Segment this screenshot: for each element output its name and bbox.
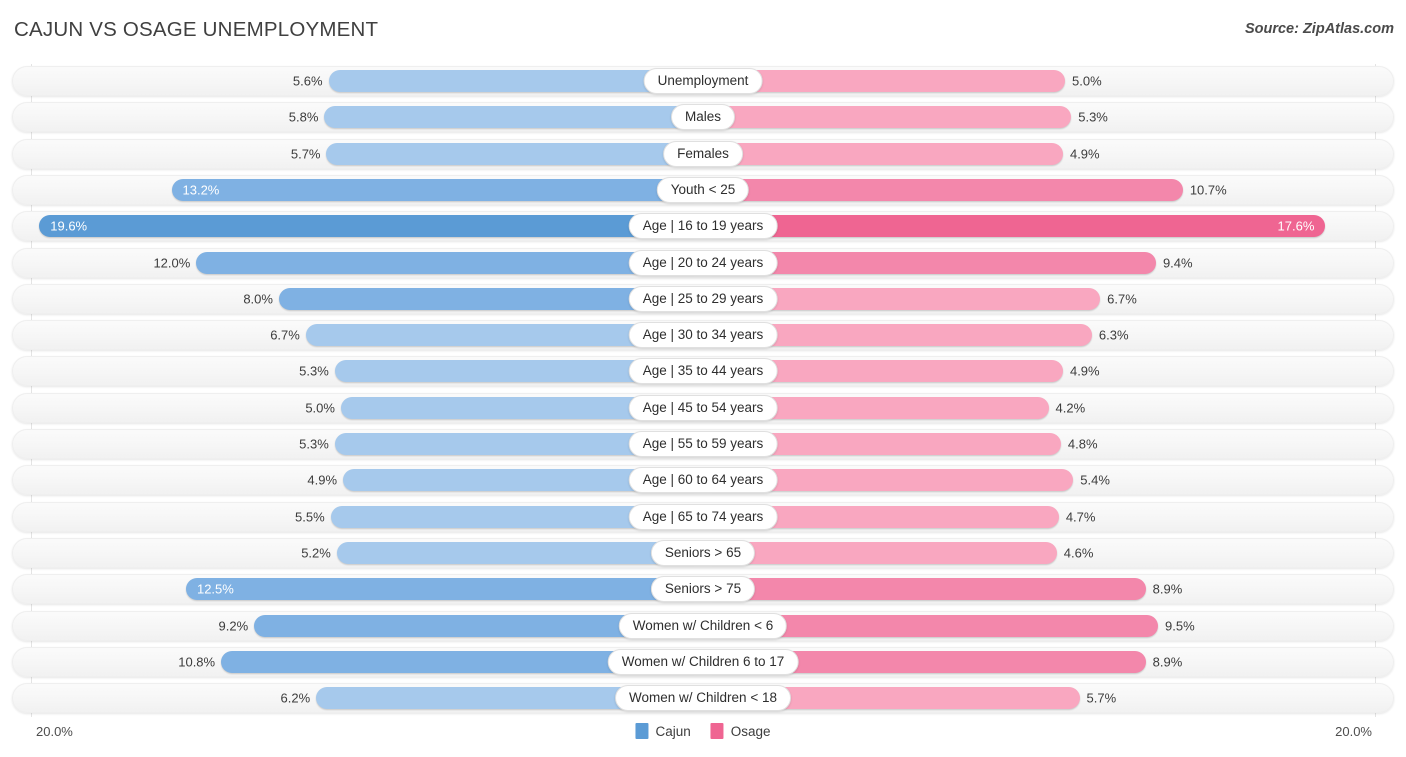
bar-value-cajun: 4.9% <box>307 472 338 488</box>
row-label-11[interactable]: Age | 55 to 59 years <box>628 431 778 457</box>
legend-item-cajun[interactable]: Cajun <box>635 723 691 739</box>
legend-swatch-osage <box>710 723 724 739</box>
bar-value-cajun: 8.0% <box>243 291 273 307</box>
bar-value-cajun: 13.2% <box>182 182 220 198</box>
bar-cajun <box>171 178 703 201</box>
source-attribution: Source: ZipAtlas.com <box>1244 21 1394 37</box>
bar-value-osage: 4.2% <box>1055 400 1086 416</box>
bar-value-cajun: 5.5% <box>295 509 325 525</box>
bar-value-cajun: 5.8% <box>288 109 319 125</box>
row-label-3[interactable]: Females <box>663 140 743 167</box>
chart-row: 6.7% 6.3% Age | 30 to 34 years <box>12 320 1394 351</box>
legend-swatch-cajun <box>635 723 649 739</box>
legend-item-osage[interactable]: Osage <box>710 723 771 739</box>
chart-row: 5.0% 4.2% Age | 45 to 54 years <box>12 392 1394 423</box>
row-label-4[interactable]: Youth < 25 <box>656 176 750 203</box>
bar-value-cajun: 5.0% <box>305 400 335 416</box>
bar-value-osage: 5.4% <box>1080 472 1110 488</box>
bar-value-cajun: 5.3% <box>299 436 329 452</box>
bar-value-cajun: 6.2% <box>280 690 311 706</box>
row-label-14[interactable]: Seniors > 65 <box>650 539 756 566</box>
bar-value-osage: 8.9% <box>1152 654 1183 670</box>
bar-value-cajun: 5.7% <box>290 146 321 162</box>
chart-row: 5.6% 5.0% Unemployment <box>12 66 1394 96</box>
bar-value-cajun: 6.7% <box>270 327 300 343</box>
bar-value-osage: 4.9% <box>1069 146 1100 162</box>
chart-row: 5.2% 4.6% Seniors > 65 <box>12 537 1394 568</box>
chart-footer: 20.0% 20.0% Cajun Osage <box>0 717 1406 757</box>
bar-value-osage: 5.7% <box>1086 690 1117 706</box>
bar-value-cajun: 9.2% <box>218 618 249 633</box>
chart-row: 9.2% 9.5% Women w/ Children < 6 <box>12 610 1394 641</box>
row-label-9[interactable]: Age | 35 to 44 years <box>628 358 778 385</box>
bar-osage <box>703 106 1072 129</box>
row-label-17[interactable]: Women w/ Children 6 to 17 <box>607 648 799 675</box>
bar-value-osage: 10.7% <box>1189 182 1227 198</box>
bar-value-osage: 4.7% <box>1065 509 1096 525</box>
chart-row: 8.0% 6.7% Age | 25 to 29 years <box>12 283 1394 314</box>
row-label-12[interactable]: Age | 60 to 64 years <box>628 467 778 494</box>
bar-value-cajun: 12.0% <box>153 255 191 270</box>
chart-row: 19.6% 17.6% Age | 16 to 19 years <box>12 211 1394 242</box>
page-title: CAJUN VS OSAGE UNEMPLOYMENT <box>14 18 379 41</box>
bar-value-osage: 5.0% <box>1072 73 1102 89</box>
bar-osage <box>703 541 1057 564</box>
bar-value-osage: 4.9% <box>1069 363 1100 379</box>
row-label-18[interactable]: Women w/ Children < 18 <box>615 685 791 712</box>
bar-value-osage: 5.3% <box>1078 109 1108 125</box>
chart-row: 12.5% 8.9% Seniors > 75 <box>12 574 1394 605</box>
chart-header: CAJUN VS OSAGE UNEMPLOYMENT Source: ZipA… <box>0 0 1406 64</box>
row-label-2[interactable]: Males <box>670 104 736 131</box>
bar-value-cajun: 19.6% <box>50 218 88 234</box>
chart-row: 6.2% 5.7% Women w/ Children < 18 <box>12 683 1394 714</box>
axis-max-left: 20.0% <box>36 724 73 739</box>
bar-osage <box>703 142 1063 165</box>
bar-value-osage: 4.8% <box>1067 436 1098 452</box>
bar-cajun <box>196 251 703 274</box>
chart-plot-area: 5.6% 5.0% Unemployment 5.8% 5.3% Males 5.7% 4.9… <box>0 64 1406 717</box>
bar-cajun <box>185 578 703 601</box>
axis-max-right: 20.0% <box>1335 724 1372 739</box>
row-label-8[interactable]: Age | 30 to 34 years <box>628 322 778 349</box>
bar-osage <box>703 178 1183 201</box>
chart-row: 5.8% 5.3% Males <box>12 102 1394 133</box>
chart-row: 5.3% 4.8% Age | 55 to 59 years <box>12 429 1394 459</box>
bar-value-osage: 8.9% <box>1152 581 1183 597</box>
chart-row: 12.0% 9.4% Age | 20 to 24 years <box>12 247 1394 278</box>
chart-row: 5.7% 4.9% Females <box>12 138 1394 169</box>
bar-value-cajun: 5.3% <box>299 363 329 379</box>
row-label-1[interactable]: Unemployment <box>643 68 763 94</box>
legend-label: Osage <box>730 723 771 739</box>
bar-osage <box>703 215 1326 238</box>
row-label-6[interactable]: Age | 20 to 24 years <box>628 249 778 276</box>
chart-row: 4.9% 5.4% Age | 60 to 64 years <box>12 465 1394 496</box>
bar-value-osage: 9.4% <box>1162 255 1193 270</box>
row-label-15[interactable]: Seniors > 75 <box>650 576 756 603</box>
chart-row: 5.5% 4.7% Age | 65 to 74 years <box>12 501 1394 532</box>
chart-row: 10.8% 8.9% Women w/ Children 6 to 17 <box>12 646 1394 677</box>
bar-value-cajun: 5.6% <box>292 73 323 89</box>
chart-row: 5.3% 4.9% Age | 35 to 44 years <box>12 356 1394 387</box>
legend-label: Cajun <box>655 723 691 739</box>
bar-value-osage: 6.7% <box>1107 291 1137 307</box>
row-label-13[interactable]: Age | 65 to 74 years <box>628 503 778 530</box>
row-label-10[interactable]: Age | 45 to 54 years <box>628 394 778 421</box>
bar-cajun <box>326 142 703 165</box>
bar-value-cajun: 10.8% <box>178 654 216 670</box>
bar-value-osage: 6.3% <box>1098 327 1129 343</box>
bar-osage <box>703 578 1146 601</box>
row-label-16[interactable]: Women w/ Children < 6 <box>618 612 788 639</box>
bar-value-cajun: 5.2% <box>301 545 331 561</box>
bar-cajun <box>324 106 703 129</box>
bar-cajun <box>39 215 703 238</box>
bar-value-osage: 4.6% <box>1063 545 1094 561</box>
chart-legend: Cajun Osage <box>635 723 771 739</box>
chart-row: 13.2% 10.7% Youth < 25 <box>12 174 1394 205</box>
row-label-7[interactable]: Age | 25 to 29 years <box>628 285 778 312</box>
bar-value-osage: 9.5% <box>1165 618 1195 633</box>
bar-value-osage: 17.6% <box>1277 218 1315 234</box>
bar-cajun <box>336 541 703 564</box>
row-label-5[interactable]: Age | 16 to 19 years <box>628 213 778 240</box>
bar-value-cajun: 12.5% <box>196 581 234 597</box>
